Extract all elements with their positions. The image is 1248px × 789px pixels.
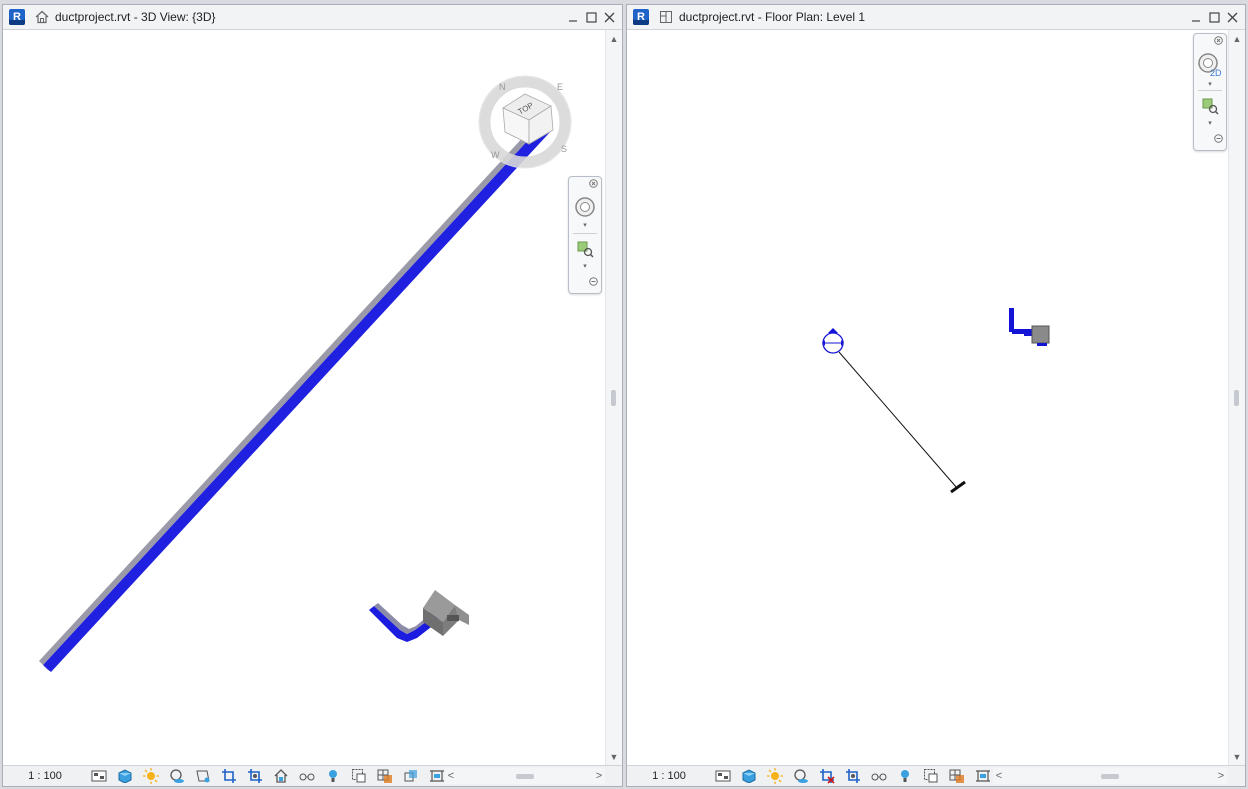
view-control-bar: 1 : 100 < > [627, 765, 1245, 786]
temporary-view-properties-icon[interactable] [947, 768, 967, 784]
view-window-floor-plan[interactable]: R ductproject.rvt - Floor Plan: Level 1 [626, 4, 1246, 787]
worksharing-display-icon[interactable] [349, 768, 369, 784]
chevron-down-icon[interactable]: ▾ [1194, 119, 1226, 127]
show-crop-region-icon[interactable] [843, 768, 863, 784]
analytical-model-icon[interactable] [401, 768, 421, 784]
title-bar[interactable]: R ductproject.rvt - 3D View: {3D} [3, 5, 622, 30]
compass-e: E [557, 82, 563, 92]
view-control-bar: 1 : 100 < > [3, 765, 622, 786]
maximize-button[interactable] [1207, 9, 1221, 25]
horizontal-scrollbar[interactable]: < > [993, 768, 1227, 784]
sun-path-icon[interactable] [765, 768, 785, 784]
temporary-hide-isolate-icon[interactable] [869, 768, 889, 784]
navigation-bar[interactable]: ▾ ▾ [568, 176, 602, 294]
zoom-region-icon[interactable] [569, 239, 601, 259]
scroll-thumb[interactable] [1234, 390, 1239, 406]
window-title: ductproject.rvt - Floor Plan: Level 1 [679, 10, 866, 24]
shadows-icon[interactable] [791, 768, 811, 784]
drawing-canvas-floor-plan[interactable]: 2D ▾ ▾ [627, 30, 1229, 766]
scroll-left-icon[interactable]: < [993, 770, 1005, 782]
visual-style-icon[interactable] [115, 768, 135, 784]
elbow-duct-assembly[interactable] [369, 590, 469, 642]
close-button[interactable] [1225, 9, 1239, 25]
lock-3d-view-icon[interactable] [271, 768, 291, 784]
scroll-thumb[interactable] [516, 773, 534, 779]
scroll-up-icon[interactable]: ▲ [606, 32, 622, 46]
visual-style-icon[interactable] [739, 768, 759, 784]
view-window-3d[interactable]: R ductproject.rvt - 3D View: {3D} TOP N … [2, 4, 623, 787]
compass-n: N [499, 82, 506, 92]
home-icon [33, 9, 51, 25]
minimize-button[interactable] [566, 9, 580, 25]
scroll-right-icon[interactable]: > [593, 770, 605, 782]
long-duct[interactable] [39, 120, 551, 672]
show-crop-region-icon[interactable] [245, 768, 265, 784]
title-bar[interactable]: R ductproject.rvt - Floor Plan: Level 1 [627, 5, 1245, 30]
zoom-region-icon[interactable] [1194, 96, 1226, 116]
floor-plan-icon [657, 9, 675, 25]
scroll-down-icon[interactable]: ▼ [606, 750, 622, 764]
view-scale[interactable]: 1 : 100 [639, 770, 699, 782]
compass-s: S [561, 144, 567, 154]
scroll-thumb[interactable] [611, 390, 616, 406]
crop-view-icon[interactable] [817, 768, 837, 784]
navbar-close-icon[interactable] [1194, 36, 1226, 45]
section-line[interactable] [838, 351, 966, 494]
scroll-right-icon[interactable]: > [1215, 770, 1227, 782]
scroll-down-icon[interactable]: ▼ [1229, 750, 1245, 764]
chevron-down-icon[interactable]: ▾ [569, 262, 601, 270]
maximize-button[interactable] [584, 9, 598, 25]
plan-duct-assembly[interactable] [1009, 308, 1050, 346]
svg-text:2D: 2D [1210, 68, 1222, 78]
horizontal-scrollbar[interactable]: < > [445, 768, 605, 784]
rendering-icon[interactable] [193, 768, 213, 784]
revit-logo-icon: R [633, 9, 649, 25]
reveal-hidden-elements-icon[interactable] [895, 768, 915, 784]
window-title: ductproject.rvt - 3D View: {3D} [55, 10, 216, 24]
temporary-hide-isolate-icon[interactable] [297, 768, 317, 784]
temporary-view-properties-icon[interactable] [375, 768, 395, 784]
drawing-canvas-3d[interactable]: TOP N E S W ▾ ▾ [3, 30, 606, 766]
navbar-options-icon[interactable] [569, 277, 601, 286]
close-button[interactable] [602, 9, 616, 25]
highlight-displacement-icon[interactable] [427, 768, 447, 784]
compass-w: W [491, 150, 500, 160]
crop-view-icon[interactable] [219, 768, 239, 784]
2d-steering-wheel-icon[interactable]: 2D [1194, 52, 1226, 78]
minimize-button[interactable] [1189, 9, 1203, 25]
navbar-close-icon[interactable] [569, 179, 601, 188]
scroll-thumb[interactable] [1101, 773, 1119, 779]
worksharing-display-icon[interactable] [921, 768, 941, 784]
scroll-up-icon[interactable]: ▲ [1229, 32, 1245, 46]
highlight-displacement-icon[interactable] [973, 768, 993, 784]
steering-wheel-icon[interactable] [569, 195, 601, 219]
chevron-down-icon[interactable]: ▾ [569, 221, 601, 229]
view-scale[interactable]: 1 : 100 [15, 770, 75, 782]
viewcube[interactable]: TOP N E S W [475, 72, 575, 172]
chevron-down-icon[interactable]: ▾ [1194, 80, 1226, 88]
detail-level-icon[interactable] [713, 768, 733, 784]
vertical-scrollbar[interactable]: ▲ ▼ [1228, 30, 1245, 766]
shadows-icon[interactable] [167, 768, 187, 784]
revit-logo-icon: R [9, 9, 25, 25]
sun-path-icon[interactable] [141, 768, 161, 784]
navbar-options-icon[interactable] [1194, 134, 1226, 143]
vertical-scrollbar[interactable]: ▲ ▼ [605, 30, 622, 766]
detail-level-icon[interactable] [89, 768, 109, 784]
elevation-marker[interactable] [822, 328, 844, 354]
reveal-hidden-elements-icon[interactable] [323, 768, 343, 784]
scroll-left-icon[interactable]: < [445, 770, 457, 782]
navigation-bar[interactable]: 2D ▾ ▾ [1193, 33, 1227, 151]
